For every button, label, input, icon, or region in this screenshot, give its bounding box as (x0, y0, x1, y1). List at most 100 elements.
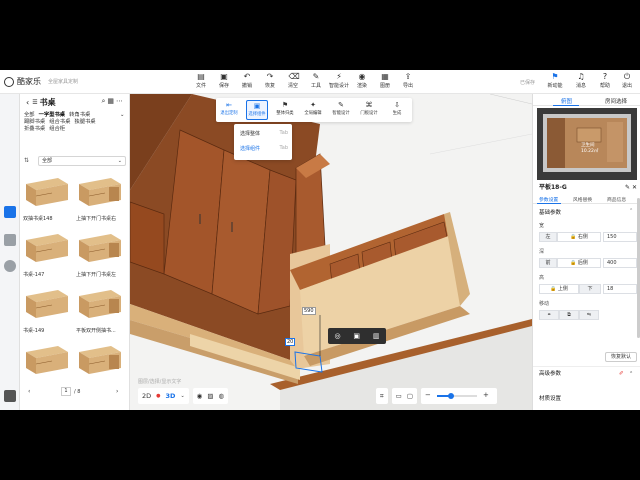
3d-viewport[interactable]: ⇤ 退出定制 ▣ 选择组件 ⚑ 整体归类 ✦ 全局编辑 ✎ 智能设计 ⌘ 门板设计 ⇩ 生成 选择整体 Ta… (130, 94, 532, 410)
reset-default-button[interactable]: 恢复默认 (605, 352, 637, 362)
zoom-knob[interactable] (447, 393, 454, 399)
edit-icon[interactable]: ✎ (625, 184, 630, 191)
back-arrow-icon[interactable]: ‹ (26, 98, 29, 107)
toolbar-redo-button[interactable]: ↷ 恢复 (259, 72, 281, 92)
move-mirror-button[interactable]: ⇋ (579, 310, 599, 320)
model-card[interactable]: 平板双开侧抽书... (75, 284, 125, 338)
close-icon[interactable]: ✕ (632, 184, 637, 191)
chevron-down-icon[interactable]: ⌄ (120, 112, 124, 119)
width-mode-button[interactable]: 🔒 右侧 (557, 232, 601, 242)
lock-icon[interactable]: ▣ (353, 332, 360, 340)
toolbar-clear-button[interactable]: ⌫ 清空 (282, 72, 304, 92)
toolbar-tools-button[interactable]: ✎ 工具 (305, 72, 327, 92)
fit-view-icon[interactable]: ▢ (407, 392, 413, 400)
category-tag[interactable]: 一字型书桌 (39, 112, 66, 118)
next-page-button[interactable]: › (116, 388, 118, 395)
filter-icon[interactable]: ⇅ (24, 157, 29, 164)
eye-icon[interactable]: ◉ (197, 392, 203, 400)
zoom-out-icon[interactable]: − (425, 391, 431, 399)
my-models-icon[interactable] (4, 234, 16, 246)
category-tag[interactable]: 组合书桌 (49, 119, 70, 125)
height-input[interactable]: 18 (603, 284, 637, 294)
depth-input[interactable]: 400 (603, 258, 637, 268)
depth-mode-button[interactable]: 🔒 后侧 (557, 258, 601, 268)
grid-view-icon[interactable]: ▦ (107, 97, 116, 105)
header-exit-button[interactable]: ⏻ 退出 (616, 72, 638, 92)
toolbar-save-button[interactable]: ▣ 保存 (213, 72, 235, 92)
2d-button[interactable]: 2D (142, 392, 151, 400)
width-left-button[interactable]: 左 (539, 232, 557, 242)
measure-tool[interactable]: ⌗ (376, 388, 388, 404)
user-icon[interactable] (4, 260, 16, 272)
thickness-dimension[interactable]: 20 (285, 338, 296, 346)
move-link-button[interactable]: ⚭ (539, 310, 559, 320)
measure-icon[interactable]: ⌗ (380, 392, 384, 401)
brush-icon[interactable]: ✐ (619, 367, 624, 381)
canvas-tool-select-component[interactable]: ▣ 选择组件 (246, 100, 268, 120)
width-input[interactable]: 150 (603, 232, 637, 242)
model-card[interactable]: 上抽下开门书桌右 (75, 172, 125, 226)
header-help-button[interactable]: ? 帮助 (594, 72, 616, 92)
toolbar-smart-design-button[interactable]: ⚡ 智能设计 (328, 72, 350, 92)
height-bottom-button[interactable]: 下 (579, 284, 601, 294)
3d-button[interactable]: 3D (166, 392, 176, 400)
model-card[interactable]: 书桌-149 (22, 284, 72, 338)
toolbar-export-button[interactable]: ⇪ 导出 (397, 72, 419, 92)
compass-icon[interactable]: ◍ (218, 392, 224, 400)
toolbar-undo-button[interactable]: ↶ 撤销 (236, 72, 258, 92)
more-icon[interactable]: ⋯ (116, 97, 125, 105)
canvas-tool-global-edit[interactable]: ✦ 全局编辑 (302, 100, 324, 120)
canvas-tool-smart[interactable]: ✎ 智能设计 (330, 100, 352, 120)
toolbar-render-button[interactable]: ◉ 渲染 (351, 72, 373, 92)
canvas-tool-door-design[interactable]: ⌘ 门板设计 (358, 100, 380, 120)
cube-icon[interactable]: ▨ (207, 392, 213, 400)
depth-front-button[interactable]: 前 (539, 258, 557, 268)
prev-page-button[interactable]: ‹ (28, 388, 30, 395)
camera-icon[interactable]: ▭ (396, 392, 402, 400)
advanced-params-header[interactable]: 高级参数 ✐ ⌃ (533, 366, 640, 380)
model-card[interactable]: 上抽下开门书桌左 (75, 228, 125, 282)
zoom-in-icon[interactable]: + (483, 391, 489, 399)
height-dimension[interactable]: 590 (302, 307, 316, 315)
mini-map[interactable]: 卫生间 10.22㎡ (537, 108, 637, 180)
basic-params-header[interactable]: 基础参数 ⌃ (539, 208, 633, 216)
app-logo[interactable]: 酷家乐 全屋家具定制 (4, 76, 78, 87)
model-card[interactable]: 书桌-147 (22, 228, 72, 282)
select-menu-item[interactable]: 选择组件 Tab (240, 145, 288, 155)
move-copy-button[interactable]: ⧉ (559, 310, 579, 320)
category-tag[interactable]: 折叠书桌 (24, 126, 45, 132)
canvas-tool-exit-custom[interactable]: ⇤ 退出定制 (218, 100, 240, 120)
zoom-track[interactable] (436, 393, 477, 399)
header-bell-button[interactable]: ♫ 消息 (570, 72, 592, 92)
tab-style[interactable]: 风格替换 (573, 196, 592, 203)
toolbar-album-button[interactable]: ▦ 图册 (374, 72, 396, 92)
select-menu-item[interactable]: 选择整体 Tab (240, 130, 288, 140)
canvas-tool-group[interactable]: ⚑ 整体归类 (274, 100, 296, 120)
material-settings-label[interactable]: 材质设置 (539, 394, 561, 402)
height-top-button[interactable]: 🔒 上侧 (539, 284, 579, 294)
canvas-tool-generate[interactable]: ⇩ 生成 (386, 100, 408, 120)
zoom-slider[interactable]: − + (420, 388, 497, 404)
tab-room-select[interactable]: 房间选择 (605, 97, 627, 105)
hide-icon[interactable]: ◎ (334, 332, 340, 340)
layers-icon[interactable] (4, 390, 16, 402)
view-mode-switch[interactable]: 2D ● 3D ⌄ (138, 388, 189, 404)
chevron-down-icon[interactable]: ⌄ (180, 393, 184, 399)
category-tag[interactable]: 全部 (24, 112, 35, 118)
delete-icon[interactable]: ▥ (373, 332, 380, 340)
tab-params[interactable]: 参数设置 (539, 196, 558, 203)
tab-product[interactable]: 商品信息 (607, 196, 626, 203)
tab-top-view[interactable]: 俯图 (561, 97, 572, 105)
filter-select[interactable]: 全部 ⌄ (38, 156, 126, 166)
door-design-icon: ⌘ (365, 101, 373, 109)
model-card[interactable]: 双抽书桌148 (22, 172, 72, 226)
category-tag[interactable]: 踢脚书桌 (24, 119, 45, 125)
toolbar-file-button[interactable]: ▤ 文件 (190, 72, 212, 92)
header-bookmark-button[interactable]: ⚑ 新动能 (544, 72, 566, 92)
model-library-icon[interactable] (4, 206, 16, 218)
category-tag[interactable]: 独腿书桌 (74, 119, 95, 125)
part-name: 平板18-G (539, 184, 567, 191)
category-tag[interactable]: 转角书桌 (69, 112, 90, 118)
page-input[interactable]: 1 (61, 387, 71, 396)
category-tag[interactable]: 组合柜 (49, 126, 65, 132)
